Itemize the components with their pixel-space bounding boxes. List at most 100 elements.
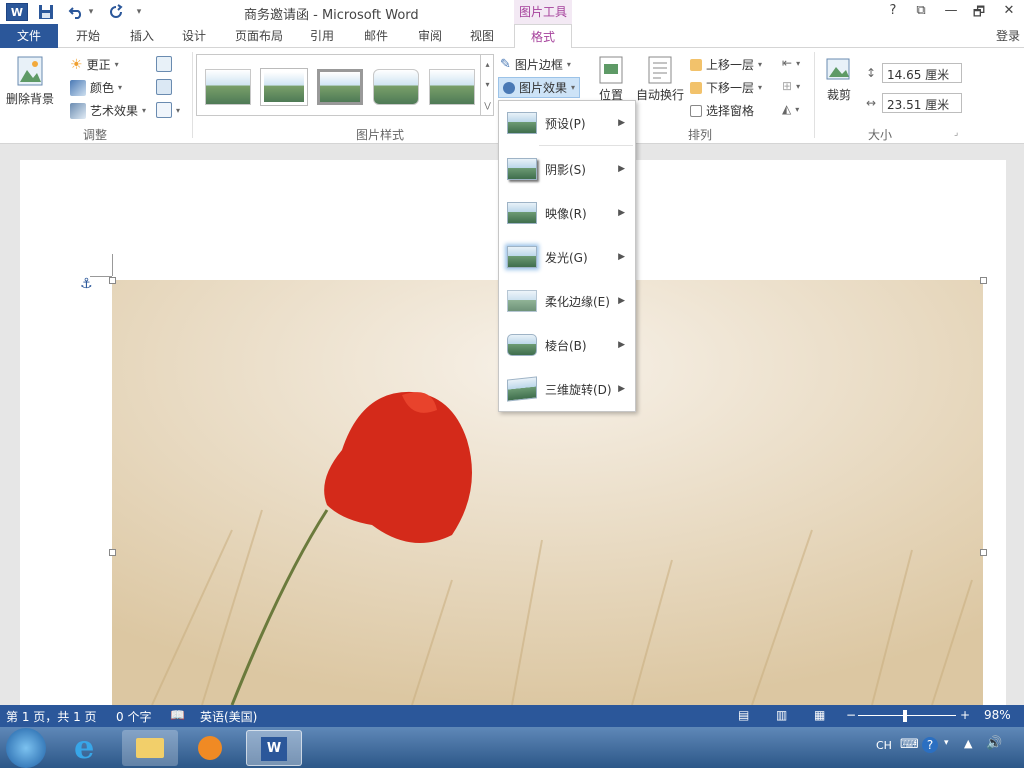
bring-forward-label: 上移一层 (706, 58, 755, 72)
undo-icon[interactable] (66, 3, 86, 21)
picture-style-3[interactable] (317, 69, 363, 105)
picture-style-5[interactable] (429, 69, 475, 105)
resize-handle[interactable] (109, 277, 116, 284)
menu-item-soft-edges[interactable]: 柔化边缘(E) ▶ (499, 281, 635, 321)
login-link[interactable]: 登录 (996, 24, 1020, 48)
gallery-more-icon[interactable]: ⋁ (484, 101, 491, 110)
show-hidden-icons-icon[interactable]: ▲ (964, 737, 972, 750)
word-taskbar-icon[interactable]: W (246, 730, 302, 766)
zoom-slider-thumb[interactable] (903, 710, 907, 722)
file-explorer-icon[interactable] (122, 730, 178, 766)
options-dropdown-icon[interactable]: ▾ (944, 738, 949, 748)
tab-mailings[interactable]: 邮件 (358, 24, 394, 48)
zoom-out-icon[interactable]: − (846, 708, 856, 722)
menu-item-glow[interactable]: 发光(G) ▶ (499, 237, 635, 277)
shape-height-input[interactable]: 14.65 厘米 (882, 63, 962, 83)
help-icon[interactable]: ? (922, 737, 938, 753)
resize-handle[interactable] (109, 549, 116, 556)
zoom-slider[interactable] (858, 715, 956, 716)
selection-pane-button[interactable]: 选择窗格 (690, 102, 754, 119)
picture-border-dropdown-icon: ▾ (566, 60, 571, 69)
change-picture-button[interactable] (156, 79, 172, 95)
proofing-icon[interactable]: 📖 (170, 708, 185, 722)
tab-home[interactable]: 开始 (70, 24, 106, 48)
text-margin-mark (112, 254, 113, 276)
help-button[interactable]: ? (882, 3, 904, 21)
internet-explorer-icon[interactable]: e (62, 728, 118, 766)
tab-file[interactable]: 文件 (0, 24, 58, 48)
size-dialog-launcher-icon[interactable]: ⌟ (954, 128, 958, 138)
ime-indicator[interactable]: CH (876, 739, 892, 752)
picture-border-button[interactable]: ✎ 图片边框 ▾ (500, 56, 571, 73)
reset-picture-button[interactable]: ▾ (156, 102, 180, 118)
align-button[interactable]: ⇤ ▾ (782, 56, 800, 70)
bring-forward-button[interactable]: 上移一层 ▾ (690, 56, 762, 73)
color-icon (70, 79, 86, 96)
reset-picture-icon (156, 102, 172, 118)
artistic-dropdown-icon: ▾ (142, 106, 147, 115)
start-button[interactable] (6, 728, 46, 768)
resize-handle[interactable] (980, 277, 987, 284)
group-button[interactable]: ⊞ ▾ (782, 79, 800, 93)
gallery-scroll[interactable]: ▴ ▾ ⋁ (480, 54, 494, 116)
picture-style-1[interactable] (205, 69, 251, 105)
keyboard-icon[interactable]: ⌨ (900, 737, 919, 752)
tab-design[interactable]: 设计 (176, 24, 212, 48)
tab-format[interactable]: 格式 (514, 24, 572, 49)
corrections-button[interactable]: ☀ 更正 ▾ (70, 56, 119, 73)
pencil-icon: ✎ (500, 57, 511, 72)
read-mode-icon[interactable]: ▤ (738, 708, 749, 722)
undo-dropdown-icon[interactable]: ▾ (86, 3, 96, 21)
zoom-in-icon[interactable]: + (960, 708, 970, 722)
picture-style-2[interactable] (261, 69, 307, 105)
volume-icon[interactable]: 🔊 (986, 736, 1002, 751)
tab-review[interactable]: 审阅 (412, 24, 448, 48)
resize-handle[interactable] (980, 549, 987, 556)
menu-item-label: 发光(G) (545, 250, 588, 265)
tab-page-layout[interactable]: 页面布局 (230, 24, 288, 48)
position-button[interactable]: 位置 (598, 56, 624, 103)
reset-dropdown-icon: ▾ (176, 105, 181, 115)
tab-references[interactable]: 引用 (304, 24, 340, 48)
compress-pictures-button[interactable] (156, 56, 172, 72)
crop-button[interactable]: 裁剪 (824, 56, 854, 103)
zoom-level[interactable]: 98% (984, 708, 1011, 722)
menu-item-preset[interactable]: 预设(P) ▶ (499, 103, 635, 143)
menu-item-bevel[interactable]: 棱台(B) ▶ (499, 325, 635, 365)
color-button[interactable]: 颜色 ▾ (70, 79, 122, 96)
save-icon[interactable] (36, 3, 56, 21)
change-picture-icon (156, 79, 172, 95)
word-count[interactable]: 0 个字 (116, 708, 151, 725)
artistic-effects-button[interactable]: 艺术效果 ▾ (70, 102, 146, 119)
word-app-icon[interactable]: W (6, 3, 28, 21)
gallery-up-icon[interactable]: ▴ (485, 60, 489, 69)
redo-icon[interactable] (106, 3, 126, 21)
gallery-down-icon[interactable]: ▾ (485, 80, 489, 89)
print-layout-icon[interactable]: ▥ (776, 708, 787, 722)
media-player-icon[interactable] (182, 730, 238, 766)
wrap-text-button[interactable]: 自动换行 (636, 56, 684, 103)
picture-effects-button[interactable]: 图片效果 ▾ (498, 77, 581, 98)
tab-view[interactable]: 视图 (464, 24, 500, 48)
page-count[interactable]: 第 1 页，共 1 页 (6, 708, 97, 725)
picture-effects-icon (503, 81, 515, 94)
remove-background-icon (17, 56, 43, 86)
menu-item-3d-rotation[interactable]: 三维旋转(D) ▶ (499, 369, 635, 409)
close-button[interactable]: ✕ (998, 3, 1020, 21)
selection-pane-label: 选择窗格 (706, 104, 755, 118)
send-backward-button[interactable]: 下移一层 ▾ (690, 79, 762, 96)
minimize-button[interactable]: — (940, 3, 962, 21)
rotate-button[interactable]: ◭ ▾ (782, 102, 799, 116)
menu-item-shadow[interactable]: 阴影(S) ▶ (499, 149, 635, 189)
web-layout-icon[interactable]: ▦ (814, 708, 825, 722)
remove-background-button[interactable]: 删除背景 (6, 56, 54, 107)
maximize-button[interactable]: 🗗 (968, 3, 990, 21)
menu-item-reflection[interactable]: 映像(R) ▶ (499, 193, 635, 233)
submenu-arrow-icon: ▶ (618, 118, 625, 128)
language-indicator[interactable]: 英语(美国) (200, 708, 257, 725)
picture-style-4[interactable] (373, 69, 419, 105)
shape-width-input[interactable]: 23.51 厘米 (882, 93, 962, 113)
ribbon-display-options-button[interactable]: ⧉ (910, 3, 932, 21)
tab-insert[interactable]: 插入 (124, 24, 160, 48)
customize-qat-icon[interactable]: ▾ (132, 3, 146, 21)
